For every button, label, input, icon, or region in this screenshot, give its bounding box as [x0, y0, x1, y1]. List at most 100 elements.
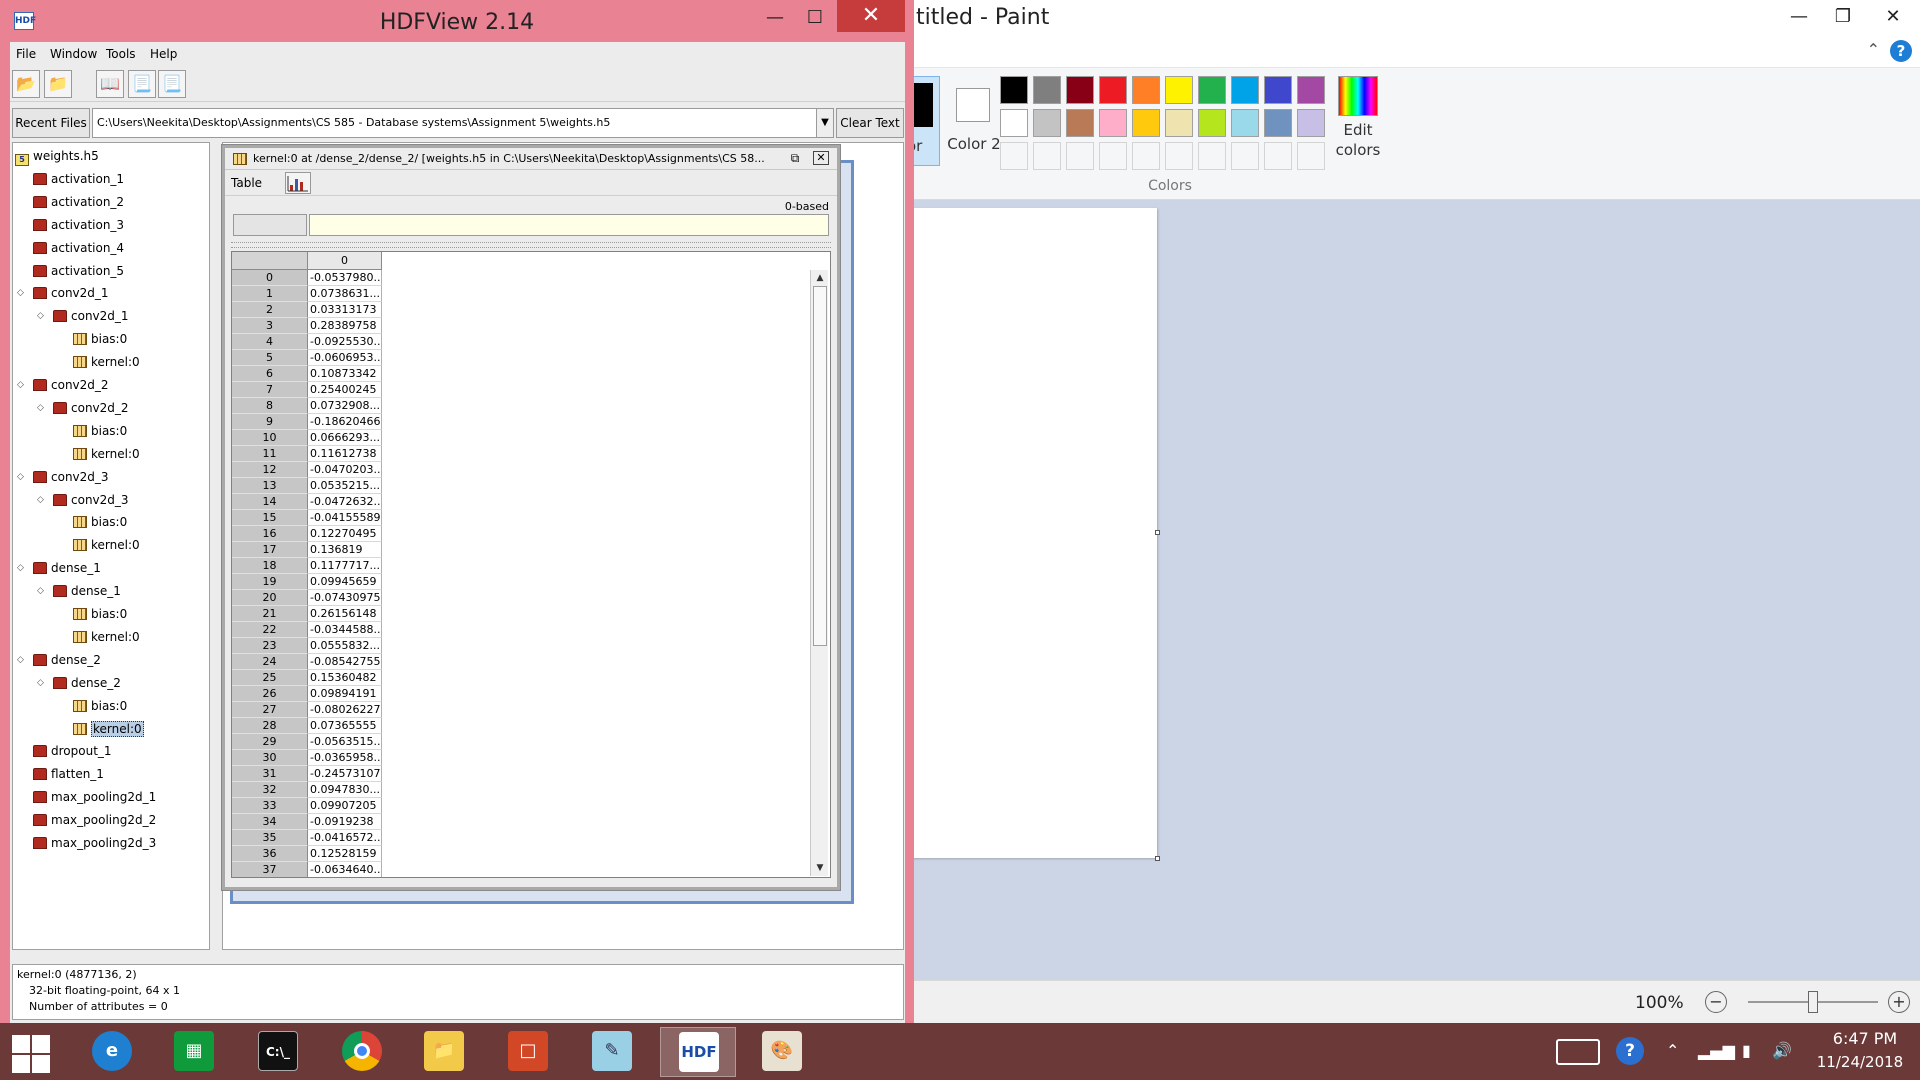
table-cell[interactable]: -0.04155589: [308, 510, 382, 526]
frame-close-button[interactable]: ✕: [813, 151, 829, 165]
canvas-resize-handle-right[interactable]: [1155, 530, 1160, 535]
tree-dataset-node[interactable]: kernel:0: [73, 443, 140, 465]
row-header[interactable]: 28: [232, 718, 308, 734]
table-cell[interactable]: -0.0919238: [308, 814, 382, 830]
table-cell[interactable]: -0.0365958...: [308, 750, 382, 766]
edit-colors-button[interactable]: Edit colors: [1328, 76, 1388, 160]
palette-color-swatch[interactable]: [1198, 76, 1226, 104]
palette-color-swatch[interactable]: [1066, 76, 1094, 104]
table-cell[interactable]: 0.28389758: [308, 318, 382, 334]
palette-custom-swatch[interactable]: [1066, 142, 1094, 170]
menu-file[interactable]: File: [16, 47, 36, 61]
table-cell[interactable]: 0.0555832...: [308, 638, 382, 654]
row-header[interactable]: 13: [232, 478, 308, 494]
clock-time[interactable]: 6:47 PM: [1820, 1029, 1910, 1048]
tree-expand-handle-icon[interactable]: ◇: [17, 374, 29, 396]
table-cell[interactable]: -0.24573107: [308, 766, 382, 782]
hdfview-minimize-button[interactable]: —: [758, 4, 792, 32]
table-cell[interactable]: -0.08542755: [308, 654, 382, 670]
scroll-thumb[interactable]: [813, 286, 827, 646]
tree-group-node[interactable]: dropout_1: [33, 740, 112, 762]
tree-group-node[interactable]: ◇ dense_1: [37, 580, 121, 602]
row-header[interactable]: 29: [232, 734, 308, 750]
table-cell[interactable]: 0.0666293...: [308, 430, 382, 446]
tree-dataset-node[interactable]: bias:0: [73, 420, 127, 442]
tree-group-node[interactable]: max_pooling2d_1: [33, 786, 156, 808]
table-cell[interactable]: 0.10873342: [308, 366, 382, 382]
paint-minimize-button[interactable]: —: [1782, 4, 1816, 30]
hdf5-library-icon[interactable]: 📃: [158, 70, 186, 98]
table-cell[interactable]: 0.15360482: [308, 670, 382, 686]
tree-group-node[interactable]: activation_1: [33, 168, 124, 190]
table-cell[interactable]: -0.0563515...: [308, 734, 382, 750]
paint-canvas[interactable]: [900, 208, 1157, 858]
start-button[interactable]: [8, 1031, 50, 1073]
row-header[interactable]: 4: [232, 334, 308, 350]
palette-custom-swatch[interactable]: [1033, 142, 1061, 170]
taskbar-file-explorer[interactable]: 📁: [406, 1027, 482, 1077]
row-header[interactable]: 36: [232, 846, 308, 862]
table-cell[interactable]: 0.136819: [308, 542, 382, 558]
palette-custom-swatch[interactable]: [1264, 142, 1292, 170]
frame-restore-icon[interactable]: ⧉: [787, 151, 803, 165]
palette-custom-swatch[interactable]: [1231, 142, 1259, 170]
row-header[interactable]: 32: [232, 782, 308, 798]
tree-group-node[interactable]: max_pooling2d_3: [33, 832, 156, 854]
zoom-slider-thumb[interactable]: [1808, 991, 1818, 1013]
table-cell[interactable]: 0.0732908...: [308, 398, 382, 414]
menu-tools[interactable]: Tools: [106, 47, 136, 61]
tree-expand-handle-icon[interactable]: ◇: [37, 580, 49, 602]
tree-dataset-node[interactable]: kernel:0: [73, 534, 140, 556]
tree-expand-handle-icon[interactable]: ◇: [37, 489, 49, 511]
table-cell[interactable]: -0.0606953...: [308, 350, 382, 366]
tree-dataset-node[interactable]: bias:0: [73, 603, 127, 625]
taskbar-chrome[interactable]: [324, 1027, 400, 1077]
taskbar-command-prompt[interactable]: C:\_: [240, 1027, 316, 1077]
row-header[interactable]: 22: [232, 622, 308, 638]
tree-group-node[interactable]: ◇ conv2d_2: [17, 374, 109, 396]
show-hidden-icons-icon[interactable]: ⌃: [1666, 1041, 1679, 1060]
row-header[interactable]: 30: [232, 750, 308, 766]
row-header[interactable]: 14: [232, 494, 308, 510]
table-cell[interactable]: -0.07430975: [308, 590, 382, 606]
menu-help[interactable]: Help: [150, 47, 177, 61]
tree-group-node[interactable]: activation_5: [33, 260, 124, 282]
tree-group-node[interactable]: ◇ conv2d_1: [17, 282, 109, 304]
row-header[interactable]: 27: [232, 702, 308, 718]
row-header[interactable]: 3: [232, 318, 308, 334]
hdf4-library-icon[interactable]: 📃: [128, 70, 156, 98]
palette-color-swatch[interactable]: [1132, 76, 1160, 104]
table-cell[interactable]: 0.0947830...: [308, 782, 382, 798]
tree-group-node[interactable]: ◇ conv2d_1: [37, 305, 129, 327]
palette-color-swatch[interactable]: [1165, 109, 1193, 137]
table-cell[interactable]: -0.18620466: [308, 414, 382, 430]
table-cell[interactable]: 0.11612738: [308, 446, 382, 462]
row-header[interactable]: 21: [232, 606, 308, 622]
row-header[interactable]: 25: [232, 670, 308, 686]
file-path-input[interactable]: C:\Users\Neekita\Desktop\Assignments\CS …: [92, 108, 818, 138]
table-cell[interactable]: 0.25400245: [308, 382, 382, 398]
recent-files-button[interactable]: Recent Files: [12, 108, 90, 138]
row-header[interactable]: 9: [232, 414, 308, 430]
table-cell[interactable]: 0.0738631...: [308, 286, 382, 302]
row-header[interactable]: 24: [232, 654, 308, 670]
tree-group-node[interactable]: flatten_1: [33, 763, 104, 785]
tree-group-node[interactable]: ◇ dense_2: [37, 672, 121, 694]
table-cell[interactable]: 0.07365555: [308, 718, 382, 734]
row-header[interactable]: 37: [232, 862, 308, 877]
menu-table[interactable]: Table: [231, 176, 262, 190]
table-cell[interactable]: 0.1177717...: [308, 558, 382, 574]
touch-keyboard-icon[interactable]: [1556, 1039, 1600, 1065]
column-header[interactable]: 0: [308, 252, 382, 270]
table-cell[interactable]: 0.0535215...: [308, 478, 382, 494]
tree-expand-handle-icon[interactable]: ◇: [37, 305, 49, 327]
row-header[interactable]: 15: [232, 510, 308, 526]
row-header[interactable]: 34: [232, 814, 308, 830]
palette-color-swatch[interactable]: [1033, 109, 1061, 137]
palette-color-swatch[interactable]: [1297, 109, 1325, 137]
tree-dataset-node[interactable]: kernel:0: [73, 718, 144, 740]
palette-color-swatch[interactable]: [1066, 109, 1094, 137]
palette-custom-swatch[interactable]: [1000, 142, 1028, 170]
splitter[interactable]: [231, 242, 831, 248]
tree-dataset-node[interactable]: bias:0: [73, 328, 127, 350]
